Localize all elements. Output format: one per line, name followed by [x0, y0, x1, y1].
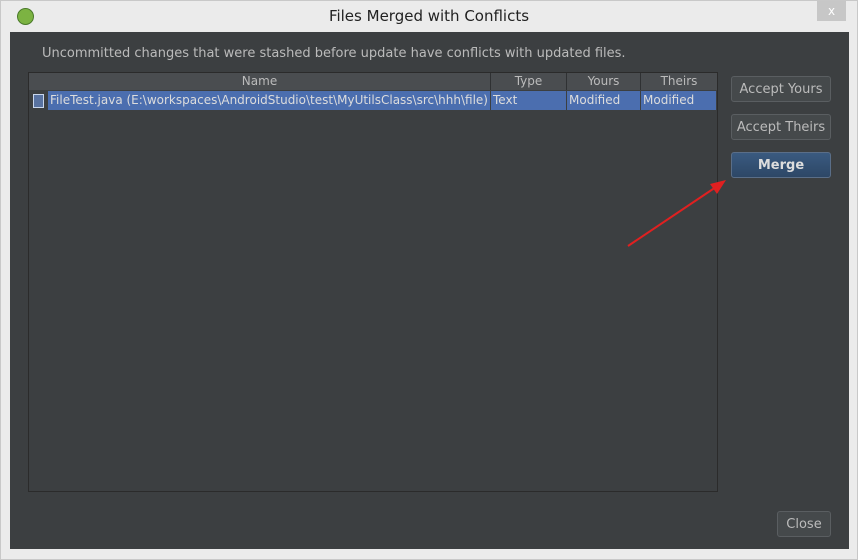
annotation-arrow — [627, 180, 726, 247]
